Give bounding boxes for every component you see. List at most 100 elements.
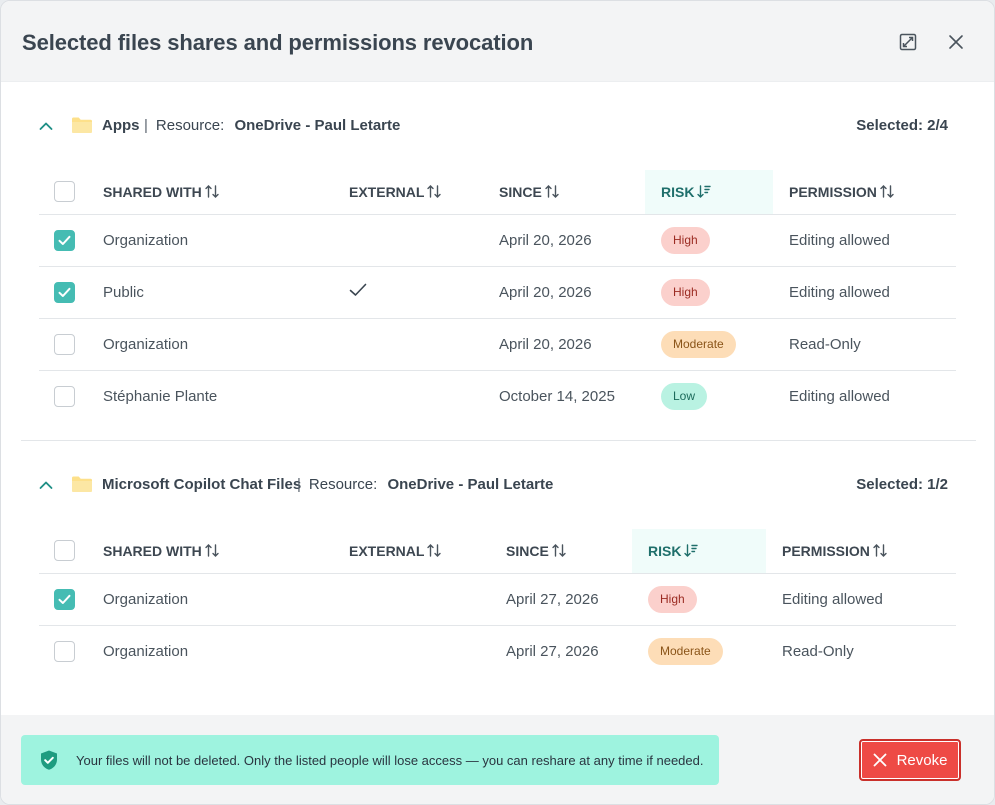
shared-with-cell: Public <box>103 266 333 319</box>
risk-cell: High <box>645 266 773 319</box>
since-value: October 14, 2025 <box>499 387 615 405</box>
sort-icon[interactable] <box>880 184 894 199</box>
sort-icon[interactable] <box>427 543 442 558</box>
column-header-since[interactable]: SINCE <box>483 170 645 215</box>
column-header-shared-with[interactable]: SHARED WITH <box>103 529 333 574</box>
row-checkbox[interactable] <box>54 229 75 251</box>
folder-icon <box>72 476 92 492</box>
external-cell <box>333 214 483 267</box>
table-row[interactable]: Organization April 20, 2026 High Editing al… <box>39 214 956 267</box>
external-cell <box>333 625 490 677</box>
row-checkbox[interactable] <box>54 640 75 662</box>
row-checkbox[interactable] <box>54 385 75 407</box>
select-all-checkbox[interactable] <box>54 540 75 562</box>
section-header: Apps | Resource: OneDrive - Paul Letarte Se… <box>21 114 976 138</box>
risk-cell: Moderate <box>632 625 766 677</box>
risk-badge: Moderate <box>661 330 736 358</box>
permission-value: Editing allowed <box>789 283 890 301</box>
since-cell: October 14, 2025 <box>483 370 645 422</box>
column-header-risk[interactable]: RISK <box>632 529 766 574</box>
shared-with-cell: Organization <box>103 214 333 267</box>
sort-icon[interactable] <box>545 184 559 199</box>
permission-value: Editing allowed <box>789 387 890 405</box>
table-row[interactable]: Organization April 27, 2026 High Editing al… <box>39 573 956 626</box>
chevron-up-icon[interactable] <box>37 476 55 494</box>
external-cell <box>333 266 483 319</box>
permission-cell: Read-Only <box>773 318 956 371</box>
permission-value: Read-Only <box>782 642 854 660</box>
column-header-permission[interactable]: PERMISSION <box>773 170 956 215</box>
folder-icon <box>72 117 92 133</box>
shared-with-cell: Organization <box>103 573 333 626</box>
selected-count: Selected: 2/4 <box>856 117 948 134</box>
external-cell <box>333 318 483 371</box>
sort-icon[interactable] <box>552 543 566 558</box>
column-label: SHARED WITH <box>103 542 202 559</box>
section-resource: | Resource: OneDrive - Paul Letarte <box>144 117 401 134</box>
column-header-since[interactable]: SINCE <box>490 529 632 574</box>
revoke-label: Revoke <box>896 751 948 769</box>
table-row[interactable]: Stéphanie Plante October 14, 2025 Low Editi… <box>39 370 956 422</box>
row-checkbox[interactable] <box>54 588 75 610</box>
table-row[interactable]: Organization April 27, 2026 Moderate Read-O… <box>39 625 956 677</box>
since-cell: April 20, 2026 <box>483 214 645 267</box>
permission-value: Editing allowed <box>789 231 890 249</box>
table-row[interactable]: Organization April 20, 2026 Moderate Read-O… <box>39 318 956 371</box>
external-cell <box>333 370 483 422</box>
permission-value: Editing allowed <box>782 590 883 608</box>
shared-with-cell: Stéphanie Plante <box>103 387 218 405</box>
risk-badge: High <box>648 585 697 613</box>
sort-descending-icon[interactable] <box>684 543 699 558</box>
close-icon[interactable] <box>945 31 967 53</box>
sort-icon[interactable] <box>427 184 442 199</box>
risk-cell: Low <box>645 370 773 422</box>
close-icon <box>873 753 886 767</box>
column-header-external[interactable]: EXTERNAL <box>333 529 490 574</box>
select-all-cell <box>39 170 103 215</box>
expand-icon[interactable] <box>897 31 919 53</box>
since-value: April 20, 2026 <box>499 231 592 249</box>
info-notice: Your files will not be deleted. Only the… <box>21 735 719 785</box>
risk-badge: High <box>661 278 710 306</box>
sort-icon[interactable] <box>873 543 887 558</box>
sort-icon[interactable] <box>205 184 219 199</box>
sort-descending-icon[interactable] <box>697 184 712 199</box>
column-header-external[interactable]: EXTERNAL <box>333 170 483 215</box>
since-value: April 27, 2026 <box>506 590 599 608</box>
resource-value: OneDrive - Paul Letarte <box>234 117 401 134</box>
column-header-risk[interactable]: RISK <box>645 170 773 215</box>
check-icon <box>349 283 367 296</box>
select-all-checkbox[interactable] <box>54 181 75 203</box>
row-checkbox[interactable] <box>54 281 75 303</box>
shares-table: SHARED WITH EXTERNAL SINCE RISK PERMISSION Or… <box>39 170 956 422</box>
risk-badge: Moderate <box>648 637 723 665</box>
since-value: April 20, 2026 <box>499 335 592 353</box>
since-cell: April 27, 2026 <box>490 573 632 626</box>
risk-badge: Low <box>661 382 708 410</box>
column-header-permission[interactable]: PERMISSION <box>766 529 956 574</box>
table-row[interactable]: Public April 20, 2026 High Editing allowed <box>39 266 956 319</box>
chevron-up-icon[interactable] <box>37 117 55 135</box>
resource-value: OneDrive - Paul Letarte <box>387 476 554 493</box>
select-all-cell <box>39 529 103 574</box>
column-label: EXTERNAL <box>349 542 425 559</box>
risk-cell: High <box>632 573 766 626</box>
sort-icon[interactable] <box>205 543 219 558</box>
row-checkbox[interactable] <box>54 333 75 355</box>
section-divider <box>21 440 976 441</box>
shared-with-cell: Organization <box>103 642 189 660</box>
since-cell: April 20, 2026 <box>483 318 645 371</box>
section-name: Microsoft Copilot Chat Files <box>102 476 302 493</box>
section-name: Apps <box>102 117 140 134</box>
dialog-footer: Your files will not be deleted. Only the… <box>1 715 994 804</box>
shares-table: SHARED WITH EXTERNAL SINCE RISK PERMISSION Or… <box>39 529 956 677</box>
column-label: PERMISSION <box>789 183 877 200</box>
resource-label: Resource: <box>308 476 378 493</box>
column-label: SHARED WITH <box>103 183 202 200</box>
column-label: RISK <box>661 183 695 200</box>
permission-cell: Editing allowed <box>773 214 956 267</box>
column-header-shared-with[interactable]: SHARED WITH <box>103 170 333 215</box>
column-label: EXTERNAL <box>349 183 425 200</box>
revoke-button[interactable]: Revoke <box>859 739 961 781</box>
table-header-row: SHARED WITH EXTERNAL SINCE RISK PERMISSION <box>39 529 956 574</box>
